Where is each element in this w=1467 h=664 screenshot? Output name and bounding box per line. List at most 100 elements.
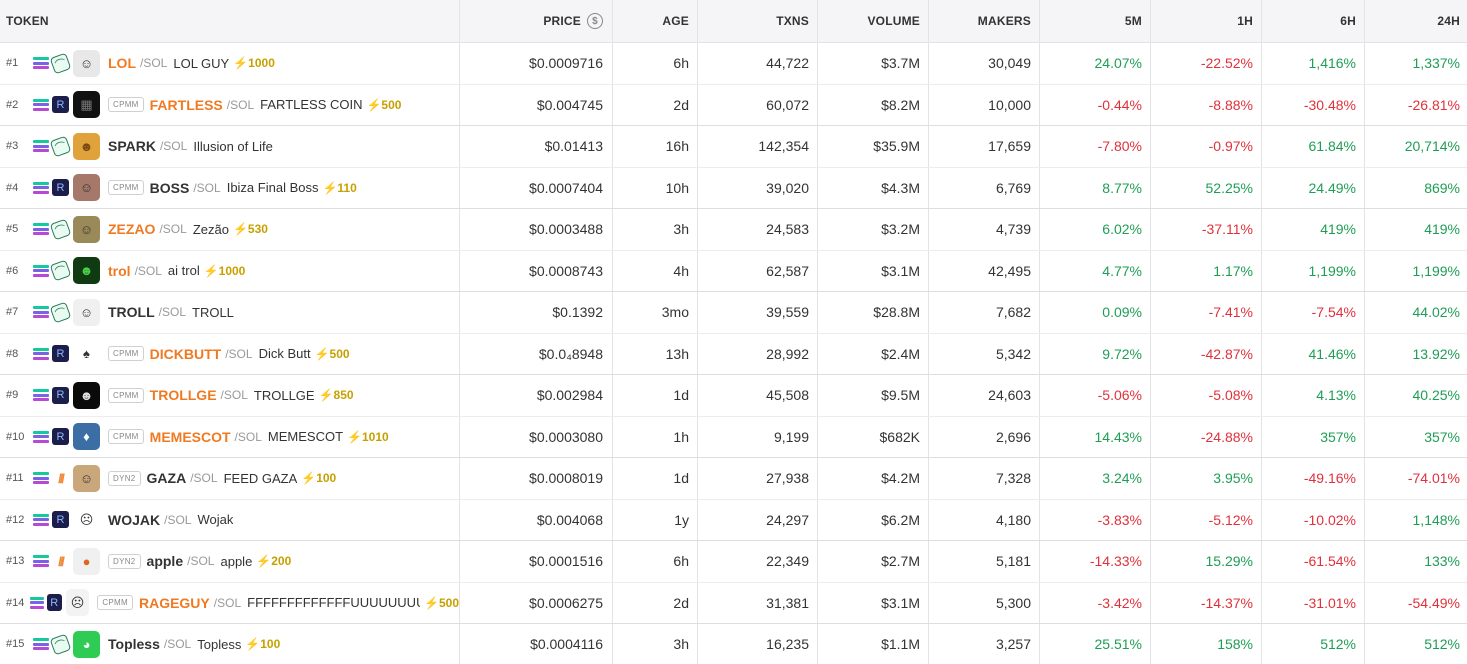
table-row[interactable]: #5 ⌒ ☺ ZEZAO /SOL Zezão ⚡530 $0.0003488 …: [0, 209, 1467, 251]
boost-badge[interactable]: ⚡850: [319, 388, 354, 402]
token-cell[interactable]: #12 R ☹ WOJAK /SOL Wojak: [0, 499, 460, 540]
boost-badge[interactable]: ⚡1000: [204, 264, 246, 278]
pool-type-badge: CPMM: [97, 595, 133, 611]
token-avatar: ☺: [73, 215, 100, 243]
change-5m-cell: 8.77%: [1040, 167, 1151, 208]
token-cell[interactable]: #8 R ♠ CPMM DICKBUTT /SOL Dick Butt ⚡500: [0, 333, 460, 374]
table-row[interactable]: #14 R ☹ CPMM RAGEGUY /SOL FFFFFFFFFFFFFU…: [0, 582, 1467, 624]
header-24h[interactable]: 24H: [1365, 0, 1467, 42]
table-row[interactable]: #6 ⌒ ☻ trol /SOL ai trol ⚡1000 $0.000874…: [0, 250, 1467, 292]
boost-badge[interactable]: ⚡500: [315, 347, 350, 361]
boost-badge[interactable]: ⚡530: [233, 222, 268, 236]
table-row[interactable]: #12 R ☹ WOJAK /SOL Wojak $0.004068 1y 24…: [0, 499, 1467, 541]
pump-icon: ⌒: [49, 301, 72, 324]
header-price[interactable]: PRICE $: [460, 0, 613, 42]
token-name: Topless: [197, 636, 242, 652]
token-symbol[interactable]: Topless: [108, 636, 160, 652]
token-symbol[interactable]: WOJAK: [108, 512, 160, 528]
age-cell: 2d: [613, 582, 698, 623]
pump-icon: ⌒: [49, 259, 72, 282]
token-cell[interactable]: #1 ⌒ ☺ LOL /SOL LOL GUY ⚡1000: [0, 43, 460, 84]
txns-cell: 24,583: [698, 209, 818, 250]
table-row[interactable]: #10 R ♦ CPMM MEMESCOT /SOL MEMESCOT ⚡101…: [0, 416, 1467, 458]
boost-badge[interactable]: ⚡200: [256, 554, 291, 568]
token-symbol[interactable]: SPARK: [108, 138, 156, 154]
token-cell[interactable]: #9 R ☻ CPMM TROLLGE /SOL TROLLGE ⚡850: [0, 375, 460, 416]
token-symbol[interactable]: trol: [108, 263, 131, 279]
token-symbol[interactable]: BOSS: [150, 180, 190, 196]
table-row[interactable]: #3 ⌒ ☻ SPARK /SOL Illusion of Life $0.01…: [0, 126, 1467, 168]
table-row[interactable]: #11 /// ☺ DYN2 GAZA /SOL FEED GAZA ⚡100 …: [0, 458, 1467, 500]
header-1h[interactable]: 1H: [1151, 0, 1262, 42]
header-5m-label: 5M: [1124, 14, 1142, 28]
boost-badge[interactable]: ⚡1010: [347, 430, 389, 444]
table-row[interactable]: #2 R ▦ CPMM FARTLESS /SOL FARTLESS COIN …: [0, 84, 1467, 126]
txns-cell: 22,349: [698, 541, 818, 582]
volume-cell: $3.1M: [818, 250, 929, 291]
token-cell[interactable]: #5 ⌒ ☺ ZEZAO /SOL Zezão ⚡530: [0, 209, 460, 250]
pump-icon: ⌒: [49, 633, 72, 656]
token-cell[interactable]: #10 R ♦ CPMM MEMESCOT /SOL MEMESCOT ⚡101…: [0, 416, 460, 457]
boost-badge[interactable]: ⚡100: [301, 471, 336, 485]
header-volume[interactable]: VOLUME: [818, 0, 929, 42]
header-age[interactable]: AGE: [613, 0, 698, 42]
boost-badge[interactable]: ⚡1000: [233, 56, 275, 70]
token-cell[interactable]: #7 ⌒ ☺ TROLL /SOL TROLL: [0, 292, 460, 333]
token-symbol[interactable]: MEMESCOT: [150, 429, 231, 445]
table-row[interactable]: #1 ⌒ ☺ LOL /SOL LOL GUY ⚡1000 $0.0009716…: [0, 43, 1467, 85]
token-symbol[interactable]: TROLL: [108, 304, 155, 320]
header-6h[interactable]: 6H: [1262, 0, 1365, 42]
change-24h-cell: 357%: [1424, 428, 1460, 445]
table-row[interactable]: #13 /// ● DYN2 apple /SOL apple ⚡200 $0.…: [0, 541, 1467, 583]
table-row[interactable]: #9 R ☻ CPMM TROLLGE /SOL TROLLGE ⚡850 $0…: [0, 375, 1467, 417]
change-5m-cell: -14.33%: [1040, 541, 1151, 582]
token-cell[interactable]: #2 R ▦ CPMM FARTLESS /SOL FARTLESS COIN …: [0, 84, 460, 125]
token-symbol[interactable]: DICKBUTT: [150, 346, 222, 362]
token-cell[interactable]: #4 R ☺ CPMM BOSS /SOL Ibiza Final Boss ⚡…: [0, 167, 460, 208]
boost-badge[interactable]: ⚡500: [366, 98, 401, 112]
token-symbol[interactable]: RAGEGUY: [139, 595, 210, 611]
token-avatar: ☻: [73, 132, 100, 160]
header-makers[interactable]: MAKERS: [929, 0, 1040, 42]
header-token[interactable]: TOKEN: [0, 0, 460, 42]
token-symbol[interactable]: LOL: [108, 55, 136, 71]
token-symbol[interactable]: apple: [147, 553, 184, 569]
token-avatar: ▦: [73, 91, 100, 119]
token-cell[interactable]: #3 ⌒ ☻ SPARK /SOL Illusion of Life: [0, 126, 460, 167]
token-symbol[interactable]: GAZA: [147, 470, 187, 486]
dollar-icon[interactable]: $: [587, 13, 603, 29]
token-cell[interactable]: #13 /// ● DYN2 apple /SOL apple ⚡200: [0, 541, 460, 582]
boost-badge[interactable]: ⚡100: [245, 637, 280, 651]
quote-symbol: /SOL: [187, 554, 215, 569]
age-cell: 3mo: [613, 292, 698, 333]
token-symbol[interactable]: ZEZAO: [108, 221, 155, 237]
table-row[interactable]: #4 R ☺ CPMM BOSS /SOL Ibiza Final Boss ⚡…: [0, 167, 1467, 209]
change-6h-cell: 41.46%: [1262, 333, 1365, 374]
boost-badge[interactable]: ⚡110: [322, 181, 356, 195]
token-avatar: ☺: [73, 49, 100, 77]
change-24h-cell: 133%: [1424, 553, 1460, 570]
makers-cell: 4,739: [929, 209, 1040, 250]
rank-label: #6: [6, 264, 19, 277]
age-cell: 3h: [613, 624, 698, 664]
solana-icon: [33, 306, 49, 319]
change-5m-cell: -5.06%: [1040, 375, 1151, 416]
table-row[interactable]: #8 R ♠ CPMM DICKBUTT /SOL Dick Butt ⚡500…: [0, 333, 1467, 375]
orca-icon: ///: [58, 470, 65, 486]
header-5m[interactable]: 5M: [1040, 0, 1151, 42]
token-avatar: ☻: [73, 257, 100, 285]
token-cell[interactable]: #6 ⌒ ☻ trol /SOL ai trol ⚡1000: [0, 250, 460, 291]
header-txns[interactable]: TXNS: [698, 0, 818, 42]
token-symbol[interactable]: TROLLGE: [150, 387, 217, 403]
table-row[interactable]: #7 ⌒ ☺ TROLL /SOL TROLL $0.1392 3mo 39,5…: [0, 292, 1467, 334]
change-6h-cell: 24.49%: [1262, 167, 1365, 208]
token-cell[interactable]: #14 R ☹ CPMM RAGEGUY /SOL FFFFFFFFFFFFFU…: [0, 582, 460, 623]
table-row[interactable]: #15 ⌒ ◕ Topless /SOL Topless ⚡100 $0.000…: [0, 624, 1467, 664]
token-name: Illusion of Life: [193, 138, 273, 154]
token-avatar: ●: [73, 547, 100, 575]
token-cell[interactable]: #11 /// ☺ DYN2 GAZA /SOL FEED GAZA ⚡100: [0, 458, 460, 499]
token-cell[interactable]: #15 ⌒ ◕ Topless /SOL Topless ⚡100: [0, 624, 460, 664]
change-24h-cell: 1,199%: [1412, 262, 1460, 279]
boost-badge[interactable]: ⚡500: [424, 596, 459, 610]
token-symbol[interactable]: FARTLESS: [150, 97, 223, 113]
